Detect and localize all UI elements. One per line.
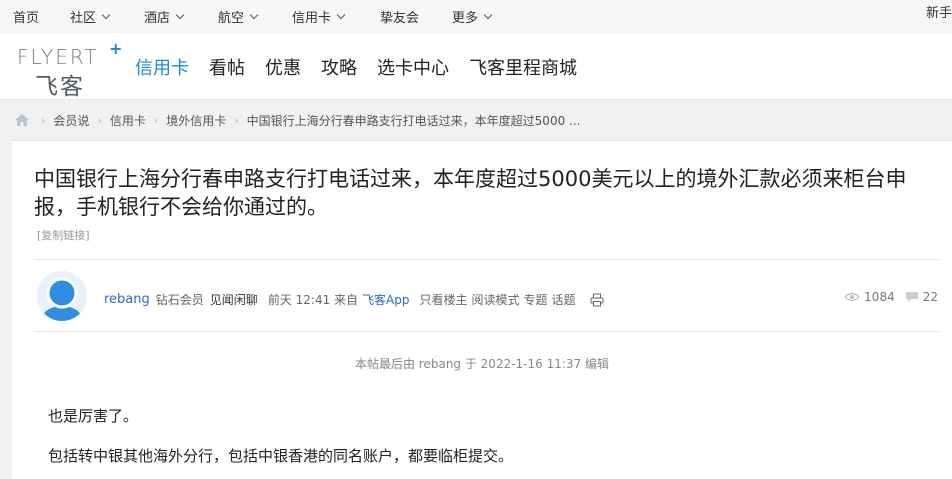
divider [34,331,940,332]
chevron-down-icon [336,10,346,19]
topnav-creditcard[interactable]: 信用卡 [292,7,346,26]
subject-link[interactable]: 话题 [552,291,576,308]
topnav-hotel-label: 酒店 [144,11,171,26]
avatar[interactable] [37,271,87,321]
topnav-club[interactable]: 挚友会 [380,7,419,26]
comment-icon [905,292,918,302]
author-level: 钻石会员 [155,293,204,307]
eye-icon [844,292,861,302]
post-stats: 1084 22 [834,290,938,304]
breadcrumb-current-thread[interactable]: 中国银行上海分行春申路支行打电话过来，本年度超过5000 ... [247,112,581,129]
author-tag[interactable]: 见闻闲聊 [210,291,258,308]
nav-card-center[interactable]: 选卡中心 [377,54,449,80]
topnav-airline[interactable]: 航空 [218,7,259,26]
copy-link-button[interactable]: [复制链接] [37,227,90,243]
breadcrumb: › 会员说 › 信用卡 › 境外信用卡 › 中国银行上海分行春申路支行打电话过来… [0,100,952,140]
post-container: 中国银行上海分行春申路支行打电话过来，本年度超过5000美元以上的境外汇款必须来… [12,140,952,479]
only-author-link[interactable]: 只看楼主 [419,291,467,308]
logo-plus: + [109,39,123,58]
reading-mode-link[interactable]: 阅读模式 [472,291,520,308]
chevron-down-icon [249,10,259,19]
views-count: 1084 [864,290,895,304]
topnav-creditcard-label: 信用卡 [292,11,332,26]
home-icon[interactable] [15,114,29,126]
print-icon[interactable] [590,293,604,307]
breadcrumb-separator: › [97,113,102,127]
top-nav: 首页 社区 酒店 航空 信用卡 挚友会 更多 新手 [0,0,952,33]
nav-creditcard[interactable]: 信用卡 [135,54,189,80]
author-info: rebang 钻石会员 见闻闲聊 前天 12:41 来自 飞客App 只看楼主 … [104,291,604,308]
author-name[interactable]: rebang [104,292,150,307]
topnav-community-label: 社区 [70,11,97,26]
topnav-airline-label: 航空 [218,11,245,26]
nav-threads[interactable]: 看帖 [209,54,245,80]
views-stat: 1084 [844,290,895,304]
site-header: FLYERT + 飞客 信用卡 看帖 优惠 攻略 选卡中心 飞客里程商城 [0,33,952,100]
post-time: 前天 12:41 来自 [267,293,359,307]
topnav-community[interactable]: 社区 [70,7,111,26]
chevron-down-icon [101,10,111,19]
breadcrumb-separator: › [234,113,239,127]
divider [34,259,940,260]
topnav-club-label: 挚友会 [380,11,420,26]
edit-note: 本帖最后由 rebang 于 2022-1-16 11:37 编辑 [354,357,609,371]
nav-mileage-mall[interactable]: 飞客里程商城 [469,54,577,80]
topnav-more[interactable]: 更多 [452,7,493,26]
main-nav: 信用卡 看帖 优惠 攻略 选卡中心 飞客里程商城 [135,54,597,80]
breadcrumb-overseas-card[interactable]: 境外信用卡 [166,112,226,129]
post-source[interactable]: 飞客App [362,291,409,308]
post-body-line: 包括转中银其他海外分行，包括中银香港的同名账户，都要临柜提交。 [48,447,514,465]
breadcrumb-separator: › [41,113,46,127]
post-title: 中国银行上海分行春申路支行打电话过来，本年度超过5000美元以上的境外汇款必须来… [34,167,907,219]
breadcrumb-separator: › [153,113,159,127]
nav-guides[interactable]: 攻略 [321,54,357,80]
topnav-home[interactable]: 首页 [13,7,39,26]
breadcrumb-members[interactable]: 会员说 [53,112,89,129]
topnav-hotel[interactable]: 酒店 [144,7,185,26]
post-body-line: 也是厉害了。 [48,407,139,425]
chevron-down-icon [483,10,493,19]
replies-stat: 22 [905,290,938,304]
breadcrumb-creditcard[interactable]: 信用卡 [110,112,146,129]
flyert-logo[interactable]: FLYERT + 飞客 [17,39,127,100]
chevron-down-icon [175,10,185,19]
topic-link[interactable]: 专题 [524,291,548,308]
topnav-home-label: 首页 [13,11,40,26]
logo-text-en: FLYERT [17,45,99,69]
replies-count: 22 [922,290,938,304]
topnav-newbie-link[interactable]: 新手 [926,2,952,21]
topnav-more-label: 更多 [452,11,479,26]
avatar-image [37,271,87,321]
logo-text-cn: 飞客 [35,74,85,100]
nav-deals[interactable]: 优惠 [265,54,301,80]
